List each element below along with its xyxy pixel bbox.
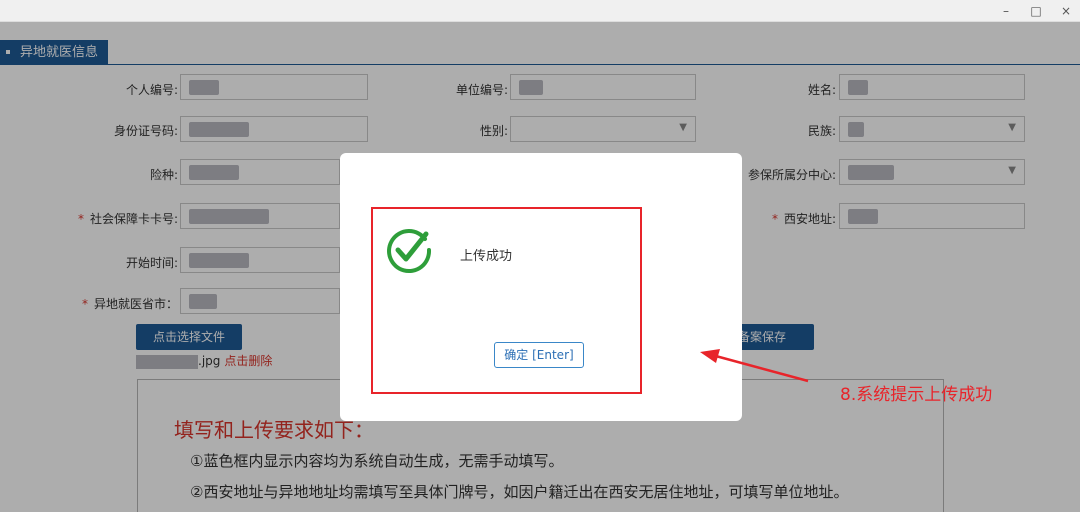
maximize-button[interactable]: □ — [1026, 2, 1046, 20]
annotation-highlight-box — [371, 207, 642, 394]
annotation-arrow-icon — [700, 349, 809, 383]
minimize-button[interactable]: – — [996, 2, 1016, 20]
window-titlebar: – □ × — [0, 0, 1080, 22]
annotation-text: 8.系统提示上传成功 — [840, 385, 993, 405]
close-button[interactable]: × — [1056, 2, 1076, 20]
